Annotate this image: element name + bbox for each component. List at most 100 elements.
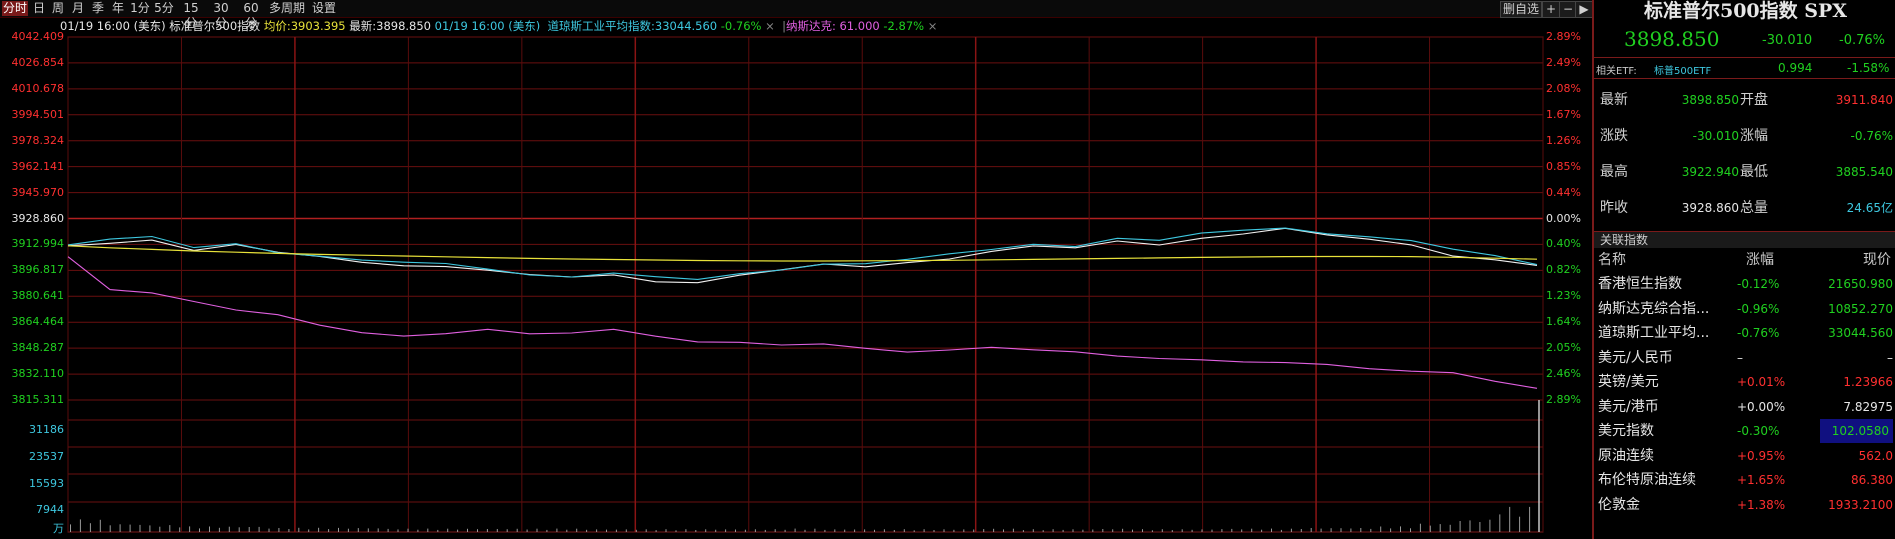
related-price: 1933.2100 [1828,497,1893,512]
volume-bar [258,526,260,532]
volume-bar [874,529,875,532]
related-name: 道琼斯工业平均... [1598,325,1710,341]
volume-bar [844,529,846,532]
col-pct: 涨幅 [1746,252,1774,268]
volume-bar [1181,529,1183,532]
panel-change: -30.010 [1762,33,1813,48]
volume-bar [1429,525,1431,532]
volume-bar [268,528,270,532]
price-tick-label: 3912.994 [11,237,65,251]
volume-bar [735,529,736,532]
volume-bar [1042,530,1044,532]
related-name: 布伦特原油连续 [1598,472,1696,488]
related-row[interactable]: 美元指数 -0.30% 102.0580 [1594,419,1895,443]
volume-bar [1241,529,1243,532]
price-tick-label: 3864.464 [11,315,65,329]
volume-tick-label: 7944 [36,503,64,516]
price-tick-label: 3962.141 [11,159,65,173]
price-tick-label: 3896.817 [11,263,65,277]
volume-bar [1529,506,1531,532]
related-row[interactable]: 原油连续 +0.95% 562.0 [1594,444,1895,468]
volume-bar [983,529,985,532]
related-name: 伦敦金 [1598,496,1640,513]
related-row[interactable]: 美元/港币 +0.00% 7.82975 [1594,395,1895,419]
quote-label: 最低 [1740,164,1768,180]
related-price: – [1887,350,1893,365]
volume-bar [1419,523,1421,532]
volume-bar [1211,529,1213,532]
volume-bar [338,527,339,532]
pct-tick-label: 0.85% [1546,159,1581,173]
related-pct: +0.01% [1737,375,1786,389]
price-tick-label: 3880.641 [11,289,65,303]
volume-bar [1261,529,1263,532]
related-row[interactable]: 美元/人民币 – – [1594,346,1895,370]
pct-tick-label: 2.89% [1546,393,1581,406]
pct-tick-label: 1.64% [1546,315,1581,329]
price-tick-label: 4042.409 [11,30,65,43]
related-price: 21650.980 [1828,277,1893,291]
quote-label: 昨收 [1600,200,1628,216]
volume-bar [1390,528,1392,532]
price-tick-label: 3848.287 [11,341,65,355]
price-tick-label: 3945.970 [11,185,65,199]
etf-name[interactable]: 标普500ETF [1654,62,1711,77]
related-pct: – [1737,350,1743,365]
volume-bar [1022,530,1024,532]
volume-bar [1231,528,1233,532]
volume-bar [546,529,548,532]
volume-bar [387,528,389,532]
volume-bar [923,529,925,532]
volume-bar [1479,522,1481,532]
volume-bar [526,529,528,532]
volume-bar [1489,519,1491,532]
related-row[interactable]: 布伦特原油连续 +1.65% 86.380 [1594,468,1895,492]
related-columns: 名称 涨幅 现价 [1594,249,1895,271]
volume-bar [953,529,955,532]
pct-tick-label: 1.67% [1546,107,1581,121]
volume-bar [169,525,171,532]
volume-bar [596,529,598,532]
volume-bar [586,529,588,532]
volume-bar [447,528,449,532]
volume-bar [79,519,81,532]
related-price: 102.0580 [1819,419,1893,443]
volume-bar [109,525,111,532]
volume-bar [209,526,210,532]
volume-bar [606,529,607,532]
pct-tick-label: 0.82% [1546,263,1581,277]
quote-panel: 标准普尔500指数 SPX 3898.850 -30.010 -0.76% 相关… [1592,0,1895,539]
volume-bar [854,529,856,532]
intraday-chart[interactable] [0,0,1592,539]
volume-bar [159,526,161,532]
pct-tick-label: 2.49% [1546,55,1581,69]
quote-label: 涨跌 [1600,128,1628,144]
related-name: 英镑/美元 [1598,374,1659,390]
volume-bar [1003,529,1004,532]
volume-bar [179,527,181,532]
related-row[interactable]: 英镑/美元 +0.01% 1.23966 [1594,370,1895,394]
volume-tick-label: 23537 [29,450,64,463]
volume-bar [496,529,498,532]
volume-bar [1122,528,1124,532]
volume-bar [99,519,101,532]
volume-bar [695,530,697,532]
volume-bar [576,528,578,532]
volume-bar [893,530,895,532]
related-pct: +1.38% [1737,497,1786,512]
related-row[interactable]: 香港恒生指数 -0.12% 21650.980 [1594,272,1895,296]
volume-bar [1310,528,1312,532]
volume-bar [715,529,717,532]
volume-bar [1380,526,1382,532]
volume-bar [1449,524,1451,532]
pct-tick-label: 2.46% [1546,367,1581,381]
related-name: 原油连续 [1598,447,1654,464]
related-name: 美元/人民币 [1598,349,1673,366]
volume-bar [764,529,766,532]
volume-bar [516,528,518,532]
related-row[interactable]: 伦敦金 +1.38% 1933.2100 [1594,493,1895,517]
related-row[interactable]: 纳斯达克综合指... -0.96% 10852.270 [1594,297,1895,321]
quote-value: 3911.840 [1835,93,1893,107]
panel-price: 3898.850 [1624,27,1720,51]
related-row[interactable]: 道琼斯工业平均... -0.76% 33044.560 [1594,321,1895,345]
